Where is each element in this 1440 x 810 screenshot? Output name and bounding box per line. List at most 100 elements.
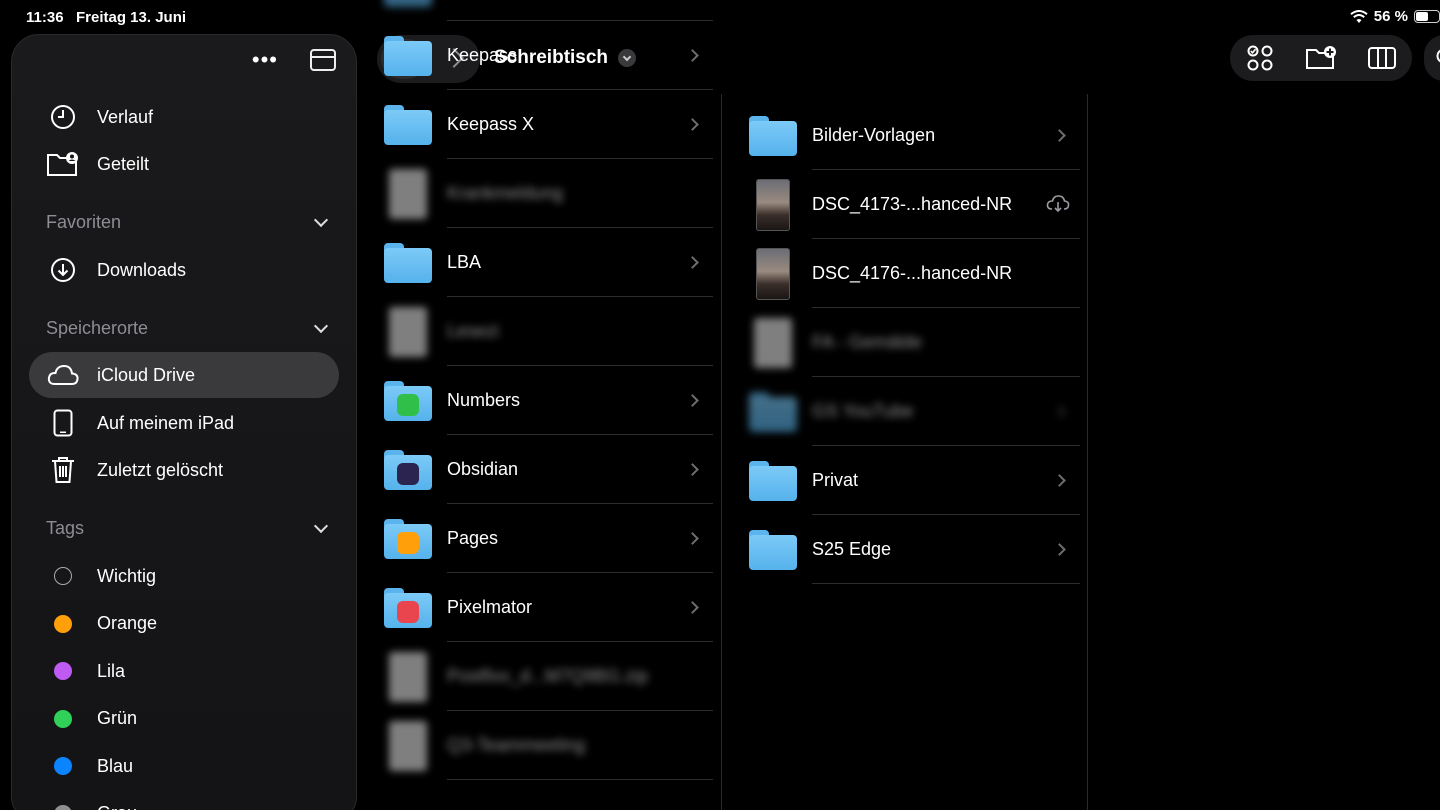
file-row[interactable]: Q3-Teammeeting [357,711,721,780]
folder-row[interactable]: LBA [357,228,721,297]
folder-row[interactable]: S25 Edge [722,515,1088,584]
folder-row[interactable]: Bilder-Vorlagen [722,101,1088,170]
locations-header[interactable]: Speicherorte [46,318,329,339]
pixelmator-app-icon [397,600,419,623]
chevron-down-icon [313,518,329,533]
new-folder-icon[interactable] [1301,46,1341,70]
sidebar-item-label: Grün [97,708,138,728]
item-name: Q3-Teammeeting [447,735,586,755]
sidebar-tag-grau[interactable]: Grau [29,791,339,810]
tag-color-icon [43,614,83,633]
sidebar-tag-lila[interactable]: Lila [29,648,339,694]
item-name: DSC_4176-...hanced-NR [812,263,1013,283]
chevron-right-icon [686,463,699,476]
sidebar-tag-wichtig[interactable]: Wichtig [29,553,339,599]
sidebar-item-geteilt[interactable]: Geteilt [29,141,339,187]
folder-row[interactable]: GS YouTube [722,377,1088,446]
section-title: Tags [46,518,85,538]
tag-color-icon [43,567,83,585]
folder-row[interactable]: Obsidian [357,435,721,504]
folder-icon [384,373,432,429]
select-icon[interactable] [1240,45,1280,71]
sidebar-toolbar: ••• [252,49,336,71]
section-title: Speicherorte [46,318,149,338]
numbers-app-icon [397,393,419,416]
item-name: Lesezi [447,321,500,341]
item-name: Pages [447,528,499,548]
file-row[interactable]: Krankmeldung [357,159,721,228]
cloud-download-icon[interactable] [1046,194,1070,217]
sidebar-item-on-my-ipad[interactable]: Auf meinem iPad [29,400,339,446]
document-icon [384,304,432,360]
document-icon [749,315,797,371]
folder-row[interactable]: Privat [722,446,1088,515]
folder-icon [749,522,797,578]
folder-icon [749,108,797,164]
column-schreibtisch: Jahresabo 3 - Hilberts Keepass Keepass X Kr… [357,0,721,810]
sidebar-item-label: iCloud Drive [97,364,196,385]
sidebar-item-verlauf[interactable]: Verlauf [29,94,339,140]
shared-folder-icon [43,151,83,177]
chevron-right-icon [686,532,699,545]
folder-row[interactable]: Pages [357,504,721,573]
file-row[interactable]: DSC_4173-...hanced-NR [722,170,1088,239]
document-icon [384,718,432,774]
sidebar-tag-grün[interactable]: Grün [29,696,339,742]
sidebar-item-downloads[interactable]: Downloads [29,247,339,293]
row-separator [447,779,713,780]
chevron-right-icon [1053,543,1066,556]
document-icon [384,649,432,705]
folder-icon [384,442,432,498]
item-name: DSC_4173-...hanced-NR [812,194,1013,214]
sidebar-item-recently-deleted[interactable]: Zuletzt gelöscht [29,447,339,493]
file-row[interactable]: FA - Gemälde [722,308,1088,377]
file-row[interactable]: Lesezi [357,297,721,366]
folder-row[interactable]: Pixelmator [357,573,721,642]
item-name: GS YouTube [812,401,914,421]
chevron-right-icon [686,118,699,131]
download-icon [43,257,83,283]
sidebar-toggle-icon[interactable] [310,49,336,71]
cloud-icon [43,364,83,386]
sidebar-item-label: Orange [97,613,158,633]
tags-header[interactable]: Tags [46,518,329,539]
tag-color-icon [43,709,83,728]
photo-thumbnail [749,177,797,233]
folder-icon [384,0,432,15]
folder-icon [749,453,797,509]
chevron-right-icon [1053,405,1066,418]
folder-row[interactable]: Numbers [357,366,721,435]
item-name: LBA [447,252,482,272]
file-row[interactable]: Postfixx_d...M7Q9BG.zip [357,642,721,711]
sidebar: ••• Verlauf Geteilt Favoriten Downloads … [11,34,357,810]
chevron-right-icon [686,601,699,614]
battery-icon [1414,10,1440,23]
sidebar-item-icloud-drive[interactable]: iCloud Drive [29,352,339,398]
row-separator [812,583,1080,584]
file-row[interactable]: DSC_4176-...hanced-NR [722,239,1088,308]
chevron-down-icon [313,318,329,333]
document-icon [384,166,432,222]
sidebar-item-label: Geteilt [97,153,150,174]
more-icon[interactable]: ••• [252,49,278,71]
chevron-right-icon [1053,474,1066,487]
status-time: 11:36 [26,9,64,26]
item-name: Bilder-Vorlagen [812,125,936,145]
column-view-icon[interactable] [1362,47,1402,69]
item-name: Numbers [447,390,521,410]
item-name: Pixelmator [447,597,533,617]
sidebar-tag-blau[interactable]: Blau [29,743,339,789]
sidebar-item-label: Zuletzt gelöscht [97,459,224,480]
search-button[interactable] [1424,35,1440,81]
sidebar-tag-orange[interactable]: Orange [29,601,339,647]
sidebar-item-label: Verlauf [97,106,154,127]
folder-row[interactable]: Keepass X [357,90,721,159]
folder-row[interactable]: Keepass [357,21,721,90]
folder-icon [384,97,432,153]
chevron-right-icon [686,256,699,269]
folder-icon [384,580,432,636]
favorites-header[interactable]: Favoriten [46,212,329,233]
status-right: 56 % [1350,8,1440,25]
item-name: FA - Gemälde [812,332,923,352]
folder-row[interactable]: Jahresabo 3 - Hilberts [357,0,721,21]
